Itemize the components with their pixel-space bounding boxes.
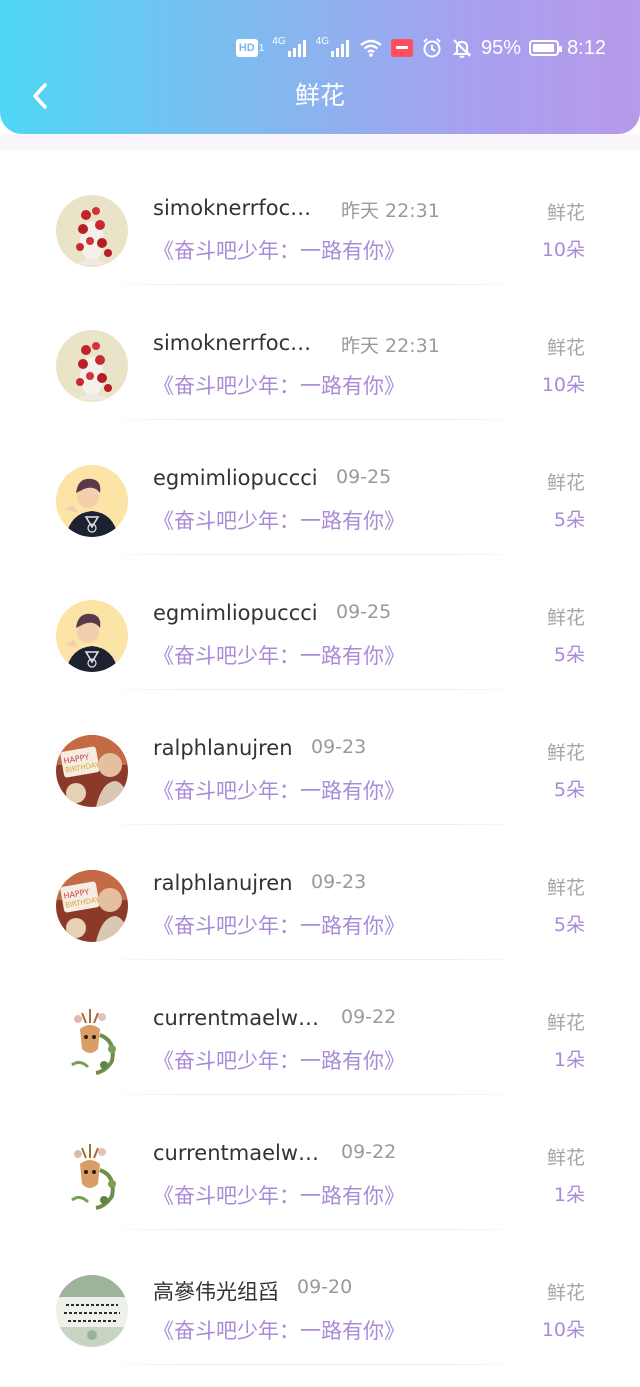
- status-bar: HD 1 4G 4G 95% 8:12: [235, 30, 606, 66]
- boy-avatar[interactable]: [56, 600, 128, 672]
- roses-avatar[interactable]: [56, 195, 128, 267]
- user-name[interactable]: simoknerrfochad: [153, 331, 323, 355]
- gift-type: 鲜花: [546, 472, 585, 494]
- signal-icon: 4G: [316, 36, 351, 57]
- gift-count: 5朵: [553, 914, 585, 936]
- roses-avatar[interactable]: [56, 330, 128, 402]
- deer-avatar[interactable]: [56, 1140, 128, 1212]
- show-title[interactable]: 《奋斗吧少年：一路有你》: [153, 775, 405, 805]
- show-title[interactable]: 《奋斗吧少年：一路有你》: [153, 235, 405, 265]
- wifi-icon: [359, 39, 383, 57]
- gift-type: 鲜花: [546, 1282, 585, 1304]
- birthday-avatar[interactable]: HAPPY BIRTHDAY: [56, 870, 128, 942]
- show-title[interactable]: 《奋斗吧少年：一路有你》: [153, 910, 405, 940]
- show-title[interactable]: 《奋斗吧少年：一路有你》: [153, 1180, 405, 1210]
- list-item[interactable]: currentmaelwli... 09-22 《奋斗吧少年：一路有你》 鲜花 1朵: [0, 1095, 640, 1230]
- boy-avatar[interactable]: [56, 465, 128, 537]
- list-item[interactable]: 高嵾伟光组舀 09-20 《奋斗吧少年：一路有你》 鲜花 10朵: [0, 1230, 640, 1365]
- timestamp: 09-22: [341, 1141, 397, 1163]
- user-name[interactable]: currentmaelwli...: [153, 1006, 323, 1030]
- gift-type: 鲜花: [546, 337, 585, 359]
- list-item[interactable]: HAPPY BIRTHDAY ralphlanujren 09-23 《奋斗吧少年：一路…: [0, 690, 640, 825]
- gift-count: 1朵: [553, 1049, 585, 1071]
- gift-count: 5朵: [553, 509, 585, 531]
- gift-type: 鲜花: [546, 742, 585, 764]
- gift-type: 鲜花: [546, 202, 585, 224]
- mute-icon: [451, 37, 473, 59]
- gift-type: 鲜花: [546, 607, 585, 629]
- timestamp: 昨天 22:31: [341, 335, 440, 357]
- battery-icon: [529, 40, 563, 56]
- list-item[interactable]: HAPPY BIRTHDAY ralphlanujren 09-23 《奋斗吧少年：一路…: [0, 825, 640, 960]
- list-item[interactable]: simoknerrfochad 昨天 22:31 《奋斗吧少年：一路有你》 鲜花 10朵: [0, 150, 640, 285]
- clock-time: 8:12: [567, 36, 606, 59]
- timestamp: 09-25: [336, 466, 392, 488]
- user-name[interactable]: simoknerrfochad: [153, 196, 323, 220]
- show-title[interactable]: 《奋斗吧少年：一路有你》: [153, 640, 405, 670]
- gift-list: simoknerrfochad 昨天 22:31 《奋斗吧少年：一路有你》 鲜花 10朵…: [0, 150, 640, 1365]
- list-item[interactable]: egmimliopuccci 09-25 《奋斗吧少年：一路有你》 鲜花 5朵: [0, 555, 640, 690]
- gift-count: 10朵: [541, 239, 585, 261]
- list-top-strip: [0, 134, 640, 150]
- list-item[interactable]: currentmaelwli... 09-22 《奋斗吧少年：一路有你》 鲜花 1朵: [0, 960, 640, 1095]
- birthday-avatar[interactable]: HAPPY BIRTHDAY: [56, 735, 128, 807]
- huawei-app-icon: [391, 39, 414, 57]
- show-title[interactable]: 《奋斗吧少年：一路有你》: [153, 1045, 405, 1075]
- user-name[interactable]: currentmaelwli...: [153, 1141, 323, 1165]
- gift-type: 鲜花: [546, 877, 585, 899]
- list-item[interactable]: simoknerrfochad 昨天 22:31 《奋斗吧少年：一路有你》 鲜花 10朵: [0, 285, 640, 420]
- battery-percent: 95%: [481, 36, 522, 59]
- gift-type: 鲜花: [546, 1012, 585, 1034]
- show-title[interactable]: 《奋斗吧少年：一路有你》: [153, 370, 405, 400]
- gift-type: 鲜花: [546, 1147, 585, 1169]
- alarm-icon: [421, 37, 443, 59]
- page-title: 鲜花: [294, 81, 345, 110]
- gift-count: 5朵: [553, 779, 585, 801]
- user-name[interactable]: ralphlanujren: [153, 871, 293, 895]
- show-title[interactable]: 《奋斗吧少年：一路有你》: [153, 1315, 405, 1345]
- divider: [100, 1364, 530, 1365]
- timestamp: 09-20: [297, 1276, 353, 1298]
- timestamp: 09-22: [341, 1006, 397, 1028]
- gift-count: 1朵: [553, 1184, 585, 1206]
- header-bar: HD 1 4G 4G 95% 8:12 鲜花: [0, 0, 640, 134]
- user-name[interactable]: ralphlanujren: [153, 736, 293, 760]
- signal-icon: 4G: [272, 36, 307, 57]
- show-title[interactable]: 《奋斗吧少年：一路有你》: [153, 505, 405, 535]
- hd-icon: HD 1: [235, 39, 264, 57]
- timestamp: 09-25: [336, 601, 392, 623]
- user-name[interactable]: egmimliopuccci: [153, 601, 318, 625]
- gift-count: 10朵: [541, 1319, 585, 1341]
- gift-count: 10朵: [541, 374, 585, 396]
- timestamp: 昨天 22:31: [341, 200, 440, 222]
- deer-avatar[interactable]: [56, 1005, 128, 1077]
- user-name[interactable]: 高嵾伟光组舀: [153, 1276, 279, 1306]
- user-name[interactable]: egmimliopuccci: [153, 466, 318, 490]
- timestamp: 09-23: [311, 736, 367, 758]
- calligraphy-avatar[interactable]: [56, 1275, 128, 1347]
- timestamp: 09-23: [311, 871, 367, 893]
- gift-count: 5朵: [553, 644, 585, 666]
- list-item[interactable]: egmimliopuccci 09-25 《奋斗吧少年：一路有你》 鲜花 5朵: [0, 420, 640, 555]
